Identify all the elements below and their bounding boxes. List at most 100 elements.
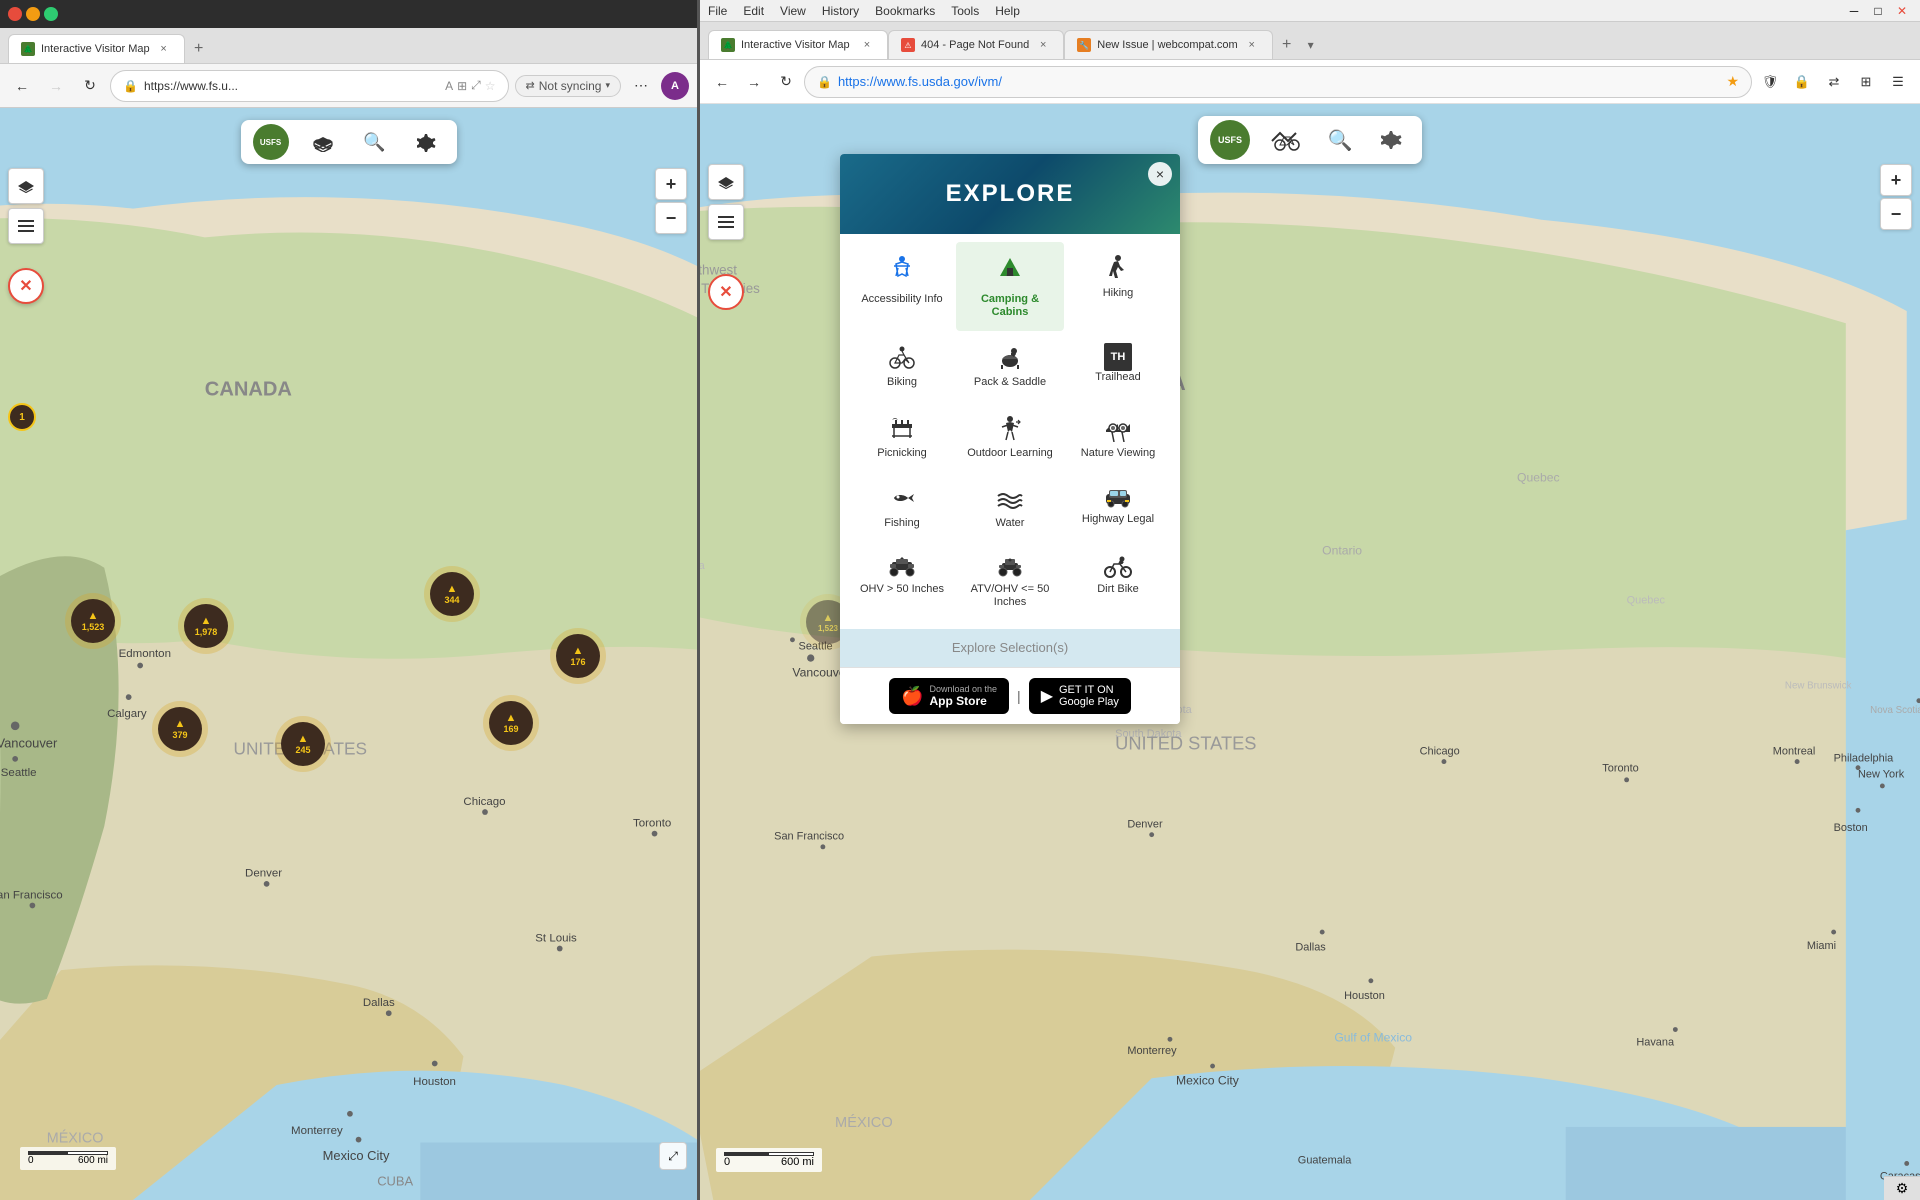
tab-1-close[interactable]: × [1035,37,1051,53]
explore-item-camping[interactable]: Camping & Cabins [956,242,1064,331]
zoom-in-right[interactable]: + [1880,164,1912,196]
explore-item-picnicking[interactable]: Picnicking [848,402,956,472]
forward-btn[interactable]: → [42,72,70,100]
search-icon-left[interactable]: 🔍 [357,124,393,160]
expand-btn-left[interactable]: ⤢ [659,1142,687,1170]
tab-2-close[interactable]: × [1244,37,1260,53]
settings-icon-left[interactable] [409,124,445,160]
close-map-right[interactable]: ✕ [708,274,744,310]
window-controls-right: ─ □ ✕ [1844,3,1912,19]
zoom-in-left[interactable]: + [655,168,687,200]
forward-btn-right[interactable]: → [740,68,768,96]
right-tab-2[interactable]: 🔧 New Issue | webcompat.com × [1064,30,1272,59]
profile-btn-left[interactable]: A [661,72,689,100]
explore-item-hiking[interactable]: Hiking [1064,242,1172,331]
scale-bar-right: 0 600 mi [716,1148,822,1172]
settings-btn-right[interactable]: ⚙ [1884,1176,1920,1200]
search-icon-right[interactable]: 🔍 [1322,122,1358,158]
svg-text:Houston: Houston [413,1076,456,1088]
cluster-1978[interactable]: ▲ 1,978 [178,598,234,654]
zoom-out-right[interactable]: − [1880,198,1912,230]
explore-item-water[interactable]: Water [956,472,1064,542]
zoom-out-left[interactable]: − [655,202,687,234]
explore-selection-btn[interactable]: Explore Selection(s) [952,640,1068,655]
list-side-btn-right[interactable] [708,204,744,240]
right-address-bar[interactable]: 🔒 https://www.fs.usda.gov/ivm/ ★ [804,66,1752,98]
restore-btn-right[interactable]: □ [1868,3,1888,19]
picnicking-svg [888,414,916,442]
svg-text:Denver: Denver [1127,818,1163,830]
menu-file[interactable]: File [708,4,727,18]
explore-item-biking[interactable]: Biking [848,331,956,401]
left-tab-label: Interactive Visitor Map [41,43,150,55]
activity-icon-right[interactable] [1266,120,1306,160]
svg-text:Montreal: Montreal [1773,745,1816,757]
app-store-btn[interactable]: 🍎 Download on the App Store [889,678,1009,714]
extensions-btn[interactable]: ⊞ [1852,68,1880,96]
menu-history[interactable]: History [822,4,859,18]
tab-0-close[interactable]: × [859,37,875,53]
back-btn-right[interactable]: ← [708,68,736,96]
menu-help[interactable]: Help [995,4,1020,18]
hamburger-btn[interactable]: ☰ [1884,68,1912,96]
list-side-btn[interactable] [8,208,44,244]
reload-btn-right[interactable]: ↻ [772,68,800,96]
close-btn-right[interactable]: ✕ [1892,3,1912,19]
address-bar[interactable]: 🔒 https://www.fs.u... A ⊞ ⤢ ☆ [110,70,509,102]
cluster-1523[interactable]: ▲ 1,523 [65,593,121,649]
explore-item-fishing[interactable]: Fishing [848,472,956,542]
left-window: 🌲 Interactive Visitor Map × + ← → ↻ 🔒 ht… [0,0,700,1200]
layers-icon-left[interactable] [305,124,341,160]
cluster-245[interactable]: ▲ 245 [275,716,331,772]
layers-side-btn[interactable] [8,168,44,204]
tab-overflow-btn[interactable]: ▾ [1301,31,1321,59]
cluster-344[interactable]: ▲ 344 [424,566,480,622]
sync-btn-right[interactable]: ⇄ [1820,68,1848,96]
cluster-379[interactable]: ▲ 379 [152,701,208,757]
right-tab-0[interactable]: 🌲 Interactive Visitor Map × [708,30,888,59]
explore-close-btn[interactable]: × [1148,162,1172,186]
cluster-176[interactable]: ▲ 176 [550,628,606,684]
right-new-tab-btn[interactable]: + [1273,31,1301,59]
app-divider: | [1017,688,1021,704]
explore-item-highway-legal[interactable]: Highway Legal [1064,472,1172,542]
explore-item-dirt-bike[interactable]: Dirt Bike [1064,542,1172,621]
explore-item-pack-saddle[interactable]: Pack & Saddle [956,331,1064,401]
close-map-left[interactable]: ✕ [8,268,44,304]
close-window-btn[interactable] [8,7,22,21]
explore-item-ohv[interactable]: OHV > 50 Inches [848,542,956,621]
list-svg-right [718,215,734,229]
more-btn-left[interactable]: ⋯ [627,72,655,100]
explore-item-accessibility[interactable]: Accessibility Info [848,242,956,331]
minimize-window-btn[interactable] [26,7,40,21]
biking-icon [888,343,916,376]
explore-item-outdoor-learning[interactable]: Outdoor Learning [956,402,1064,472]
left-tab-close[interactable]: × [156,41,172,57]
explore-item-trailhead[interactable]: TH Trailhead [1064,331,1172,401]
explore-item-atv[interactable]: ATV/OHV <= 50 Inches [956,542,1064,621]
cluster-169[interactable]: ▲ 169 [483,695,539,751]
ohv-svg [888,554,916,578]
minimize-btn-right[interactable]: ─ [1844,3,1864,19]
shield-btn[interactable]: 🛡 [1756,68,1784,96]
layers-side-btn-right[interactable] [708,164,744,200]
left-new-tab-btn[interactable]: + [185,35,213,63]
sync-badge[interactable]: ⇄ Not syncing ▾ [515,75,621,97]
menu-view[interactable]: View [780,4,806,18]
back-btn[interactable]: ← [8,72,36,100]
right-tab-1[interactable]: ⚠ 404 - Page Not Found × [888,30,1064,59]
pack-saddle-icon [996,343,1024,376]
maximize-window-btn[interactable] [44,7,58,21]
settings-icon-right[interactable] [1374,122,1410,158]
google-play-btn[interactable]: ▶ GET IT ON Google Play [1029,678,1131,714]
usfs-text: USFS [260,138,281,147]
menu-tools[interactable]: Tools [951,4,979,18]
reload-btn[interactable]: ↻ [76,72,104,100]
explore-item-nature-viewing[interactable]: Nature Viewing [1064,402,1172,472]
menu-bookmarks[interactable]: Bookmarks [875,4,935,18]
layers-svg-right [717,174,735,190]
svg-text:New York: New York [1858,768,1905,780]
menu-edit[interactable]: Edit [743,4,764,18]
left-active-tab[interactable]: 🌲 Interactive Visitor Map × [8,34,185,63]
reader-btn[interactable]: 🔒 [1788,68,1816,96]
